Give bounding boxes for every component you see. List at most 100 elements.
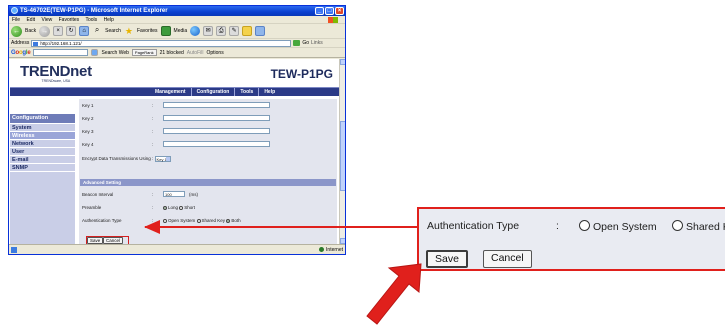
zoomed-callout: Authentication Type : Open System Shared… <box>417 207 725 271</box>
callout-save-button[interactable]: Save <box>426 250 468 268</box>
page-scrollbar[interactable] <box>339 59 345 244</box>
favorites-star-icon[interactable]: ★ <box>124 26 134 36</box>
search-web-icon[interactable] <box>91 49 99 56</box>
sidebar-item-network[interactable]: Network <box>10 140 75 148</box>
encrypt-key-select[interactable]: Key 1 <box>154 156 171 162</box>
preamble-long-label: Long <box>168 205 179 210</box>
internet-globe-icon <box>319 247 325 253</box>
sidebar-item-snmp[interactable]: SNMP <box>10 164 75 172</box>
key2-input[interactable] <box>163 115 270 121</box>
back-label[interactable]: Back <box>25 28 36 34</box>
address-input[interactable]: http://192.168.1.121/ <box>31 39 292 47</box>
sidebar-item-system[interactable]: System <box>10 124 75 132</box>
scroll-up-icon[interactable] <box>340 59 345 65</box>
callout-pointer-line <box>145 226 417 228</box>
key3-label: Key 3 <box>82 129 94 134</box>
status-bar: Internet <box>9 244 345 254</box>
security-zone: Internet <box>319 245 343 254</box>
history-icon[interactable] <box>190 26 201 36</box>
callout-open-system-option[interactable]: Open System <box>579 220 657 233</box>
folder-icon[interactable] <box>242 26 253 36</box>
key4-label: Key 4 <box>82 142 94 147</box>
minimize-button[interactable]: _ <box>315 7 324 15</box>
messenger-icon[interactable] <box>255 26 266 36</box>
google-popup-blocked[interactable]: 21 blocked <box>160 50 184 56</box>
tab-help[interactable]: Help <box>258 88 280 96</box>
menu-edit[interactable]: Edit <box>26 17 35 23</box>
browser-window: TS-46702E(TEW-P1PG) - Microsoft Internet… <box>8 5 346 255</box>
menu-file[interactable]: File <box>12 17 20 23</box>
callout-cancel-button[interactable]: Cancel <box>483 250 532 268</box>
preamble-label: Preamble <box>82 205 102 210</box>
menu-view[interactable]: View <box>41 17 52 23</box>
callout-open-system-radio[interactable] <box>579 220 590 231</box>
preamble-short-radio[interactable] <box>179 205 184 210</box>
print-icon[interactable]: ⎙ <box>216 26 227 36</box>
google-toolbar: Google Search Web PageRank 21 blocked Au… <box>9 48 345 58</box>
callout-auth-label: Authentication Type <box>427 220 520 232</box>
sidebar-header: Configuration <box>10 114 75 123</box>
sidebar-item-wireless[interactable]: Wireless <box>10 132 75 140</box>
auth-open-radio[interactable] <box>163 218 167 223</box>
google-options[interactable]: Options <box>206 50 223 56</box>
logo-text: TRENDnet <box>20 63 92 80</box>
refresh-icon[interactable]: ↻ <box>66 26 77 36</box>
go-button[interactable]: Go <box>302 40 309 46</box>
menu-help[interactable]: Help <box>104 17 114 23</box>
callout-shared-key-label: Shared K <box>686 221 725 233</box>
favorites-label[interactable]: Favorites <box>137 28 158 34</box>
search-label[interactable]: Search <box>105 28 121 34</box>
auth-shared-label: Shared Key <box>201 218 226 223</box>
callout-shared-key-option[interactable]: Shared K <box>672 220 725 233</box>
key2-label: Key 2 <box>82 116 94 121</box>
preamble-short-label: Short <box>184 205 196 210</box>
go-arrow-icon[interactable] <box>293 40 301 46</box>
maximize-button[interactable]: □ <box>325 7 334 15</box>
edit-icon[interactable]: ✎ <box>229 26 240 36</box>
key3-input[interactable] <box>163 128 270 134</box>
stop-icon[interactable]: × <box>53 26 64 36</box>
key1-row: Key 1 : <box>82 102 270 108</box>
scroll-thumb[interactable] <box>340 121 345 191</box>
preamble-row: Preamble : Long Short <box>82 205 196 210</box>
sidebar-item-user[interactable]: User <box>10 148 75 156</box>
links-label[interactable]: Links <box>311 40 323 46</box>
windows-logo-icon <box>328 17 338 23</box>
sidebar-item-email[interactable]: E-mail <box>10 156 75 164</box>
back-arrow-icon[interactable]: ← <box>11 25 22 37</box>
google-search-input[interactable] <box>33 49 89 56</box>
google-search-web-button[interactable]: Search Web <box>101 50 128 56</box>
menu-favorites[interactable]: Favorites <box>59 17 80 23</box>
tab-management[interactable]: Management <box>150 88 191 96</box>
beacon-unit: (ms) <box>189 192 198 197</box>
media-icon[interactable] <box>160 26 171 36</box>
auth-row: Authentication Type : Open System Shared… <box>82 218 241 223</box>
callout-shared-key-radio[interactable] <box>672 220 683 231</box>
google-pagerank[interactable]: PageRank <box>131 49 157 56</box>
tab-configuration[interactable]: Configuration <box>190 88 235 96</box>
menu-bar: File Edit View Favorites Tools Help <box>9 16 345 24</box>
auth-both-label: Both <box>231 218 241 223</box>
forward-arrow-icon[interactable]: → <box>39 25 51 37</box>
callout-colon: : <box>556 220 559 232</box>
key4-input[interactable] <box>163 141 270 147</box>
encrypt-label: Encrypt Data Transmissions Using <box>82 156 151 162</box>
google-autofill[interactable]: AutoFill <box>187 50 204 56</box>
title-bar: TS-46702E(TEW-P1PG) - Microsoft Internet… <box>9 6 345 16</box>
top-nav: Management Configuration Tools Help <box>10 87 339 96</box>
close-button[interactable]: × <box>335 7 344 15</box>
beacon-interval-input[interactable]: 100 <box>163 191 185 197</box>
advanced-setting-header: Advanced Setting <box>80 179 336 186</box>
mail-icon[interactable]: ✉ <box>203 26 214 36</box>
home-icon[interactable]: ⌂ <box>79 26 90 36</box>
auth-shared-radio[interactable] <box>196 218 201 223</box>
auth-label: Authentication Type <box>82 218 122 223</box>
search-icon[interactable]: ⌕ <box>92 26 102 36</box>
menu-tools[interactable]: Tools <box>85 17 97 23</box>
key1-input[interactable] <box>163 102 270 108</box>
media-label[interactable]: Media <box>174 28 188 34</box>
tab-tools[interactable]: Tools <box>234 88 258 96</box>
auth-both-radio[interactable] <box>226 218 231 223</box>
trendnet-logo: TRENDnet TRENDware, USA <box>20 63 92 83</box>
preamble-long-radio[interactable] <box>163 205 167 210</box>
